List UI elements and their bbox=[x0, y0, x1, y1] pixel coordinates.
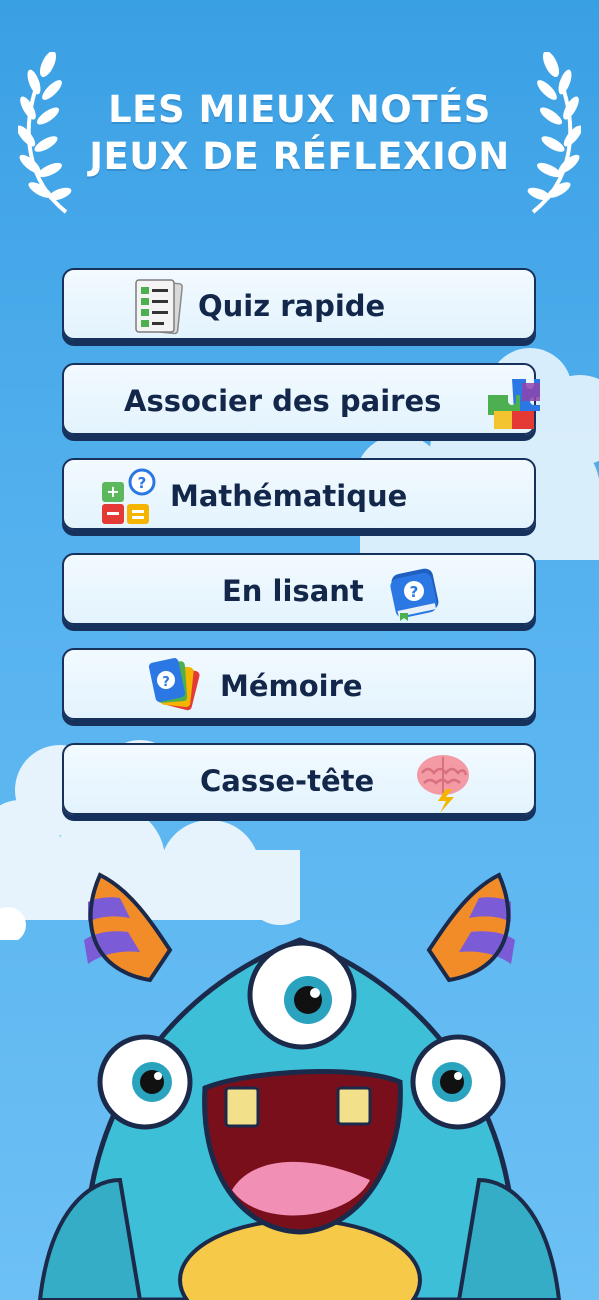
svg-text:+: + bbox=[106, 482, 119, 501]
mathematique-button[interactable]: + ? Mathématique bbox=[62, 458, 536, 530]
en-lisant-label: En lisant bbox=[222, 574, 364, 608]
brain-icon bbox=[417, 755, 469, 813]
right-horn bbox=[426, 872, 515, 983]
associer-des-paires-label: Associer des paires bbox=[124, 384, 442, 418]
svg-text:?: ? bbox=[162, 675, 170, 690]
title-line-2: JEUX DE RÉFLEXION bbox=[89, 135, 510, 178]
monster-mascot bbox=[37, 872, 562, 1300]
math-blocks-icon: + ? bbox=[102, 468, 156, 524]
svg-text:?: ? bbox=[410, 583, 419, 601]
right-eye bbox=[410, 1034, 506, 1130]
memoire-label: Mémoire bbox=[220, 669, 363, 703]
screen: LES MIEUX NOTÉS JEUX DE RÉFLEXION Quiz r… bbox=[0, 0, 599, 1300]
associer-des-paires-button[interactable]: Associer des paires bbox=[62, 363, 540, 435]
casse-tete-button[interactable]: Casse-tête bbox=[62, 743, 536, 815]
quiz-rapide-label: Quiz rapide bbox=[198, 289, 386, 323]
puzzle-icon bbox=[488, 379, 540, 429]
left-eye bbox=[97, 1034, 193, 1130]
casse-tete-label: Casse-tête bbox=[200, 764, 375, 798]
mathematique-label: Mathématique bbox=[170, 479, 408, 513]
svg-text:?: ? bbox=[138, 474, 147, 492]
top-eye bbox=[247, 940, 357, 1050]
en-lisant-button[interactable]: En lisant ? bbox=[62, 553, 536, 625]
title-line-1: LES MIEUX NOTÉS bbox=[108, 88, 491, 131]
page-title: LES MIEUX NOTÉS JEUX DE RÉFLEXION bbox=[0, 86, 599, 180]
book-icon: ? bbox=[390, 568, 439, 621]
left-horn bbox=[84, 872, 173, 983]
cards-icon: ? bbox=[148, 658, 200, 711]
quiz-rapide-button[interactable]: Quiz rapide bbox=[62, 268, 536, 340]
memoire-button[interactable]: ? Mémoire bbox=[62, 648, 536, 720]
checklist-icon bbox=[135, 279, 183, 335]
